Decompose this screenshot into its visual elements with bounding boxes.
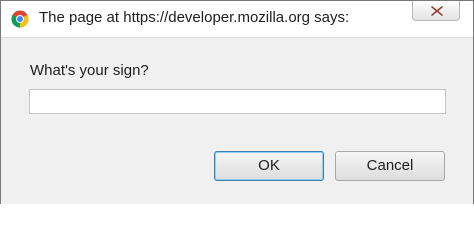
chrome-icon: [11, 10, 29, 28]
dialog-title: The page at https://developer.mozilla.or…: [39, 9, 350, 26]
prompt-dialog: The page at https://developer.mozilla.or…: [0, 0, 474, 204]
dialog-titlebar: The page at https://developer.mozilla.or…: [1, 1, 473, 37]
cancel-button[interactable]: Cancel: [335, 151, 445, 181]
close-button[interactable]: [412, 1, 460, 21]
ok-button[interactable]: OK: [214, 151, 324, 181]
prompt-label: What's your sign?: [30, 62, 149, 79]
prompt-input[interactable]: [29, 89, 446, 114]
dialog-body: What's your sign? OK Cancel: [1, 37, 473, 204]
close-icon: [431, 6, 443, 16]
